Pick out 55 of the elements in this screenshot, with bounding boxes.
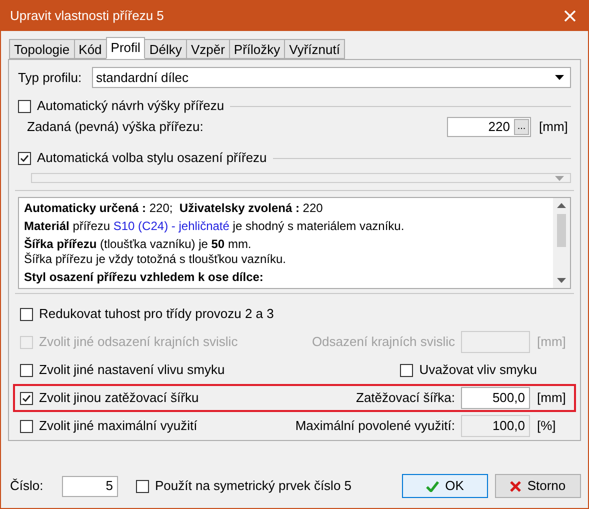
dropdown-arrow-icon — [555, 75, 564, 80]
window-title: Upravit vlastnosti přířezu 5 — [10, 7, 164, 26]
unit-label: [mm] — [537, 333, 567, 352]
checkbox[interactable] — [20, 420, 33, 432]
fixed-height-label: Zadaná (pevná) výška přířezu: — [27, 118, 204, 136]
checkbox[interactable] — [400, 364, 414, 376]
unit-label: [mm] — [539, 118, 569, 136]
info-text: Automaticky určená : 220; Uživatelsky zvolená : 220 — [24, 201, 324, 216]
dropdown-arrow-icon — [555, 176, 564, 180]
checkbox[interactable] — [20, 364, 33, 376]
profile-type-dropdown[interactable]: standardní dílec — [92, 67, 571, 88]
checkbox-label: Zvolit jinou zatěžovací šířku — [39, 389, 200, 408]
unit-label: [mm] — [537, 389, 567, 408]
field-label: Odsazení krajních svislic — [312, 333, 455, 352]
cancel-button[interactable]: Storno — [495, 474, 581, 498]
scroll-up-arrow-icon[interactable] — [557, 203, 566, 208]
tab[interactable]: Profil — [106, 37, 146, 59]
height-field[interactable]: 220 ... — [447, 117, 531, 137]
tab[interactable]: Kód — [74, 39, 107, 59]
info-text: Styl osazení přířezu vzhledem k ose dílce: — [24, 270, 264, 285]
tab[interactable]: Příložky — [228, 39, 286, 59]
checkbox-label: Použít na symetrický prvek číslo 5 — [155, 477, 352, 496]
checkbox-label: Automatická volba stylu osazení přířezu — [37, 149, 267, 168]
value-field[interactable]: 500,0 — [461, 387, 530, 409]
close-icon — [510, 480, 522, 492]
browse-button[interactable]: ... — [514, 119, 529, 135]
field-label: Zatěžovací šířka: — [356, 389, 455, 408]
tab[interactable]: Topologie — [9, 39, 75, 59]
checkbox-label: Zvolit jiné nastavení vlivu smyku — [39, 361, 226, 380]
unit-label: [%] — [537, 417, 557, 436]
tab[interactable]: Délky — [144, 39, 187, 59]
check-icon — [426, 480, 440, 492]
checkbox-label: Automatický návrh výšky přířezu — [37, 97, 224, 116]
checkbox-label: Uvažovat vliv smyku — [419, 361, 537, 380]
info-text: Materiál přířezu S10 (C24) - jehličnaté je shodný s materiálem vazníku. — [24, 219, 406, 234]
number-label: Číslo: — [10, 477, 44, 496]
checkbox[interactable] — [18, 152, 31, 164]
info-text: Šířka přířezu (tloušťka vazníku) je 50 mm. Šířka přířezu je vždy totožná s tloušťkou vazníku. — [24, 237, 287, 267]
profile-type-label: Typ profilu: — [18, 68, 83, 87]
ok-button[interactable]: OK — [402, 474, 488, 498]
scroll-down-arrow-icon[interactable] — [557, 278, 566, 283]
tab[interactable]: Vzpěr — [186, 39, 230, 59]
checkbox-label: Redukovat tuhost pro třídy provozu 2 a 3 — [39, 305, 275, 324]
scrollbar[interactable] — [553, 198, 570, 288]
checkbox-label: Zvolit jiné maximální využití — [39, 417, 198, 436]
checkbox[interactable] — [18, 100, 31, 112]
value-field[interactable]: 100,0 — [461, 415, 530, 437]
field-label: Maximální povolené využití: — [295, 417, 455, 436]
checkbox[interactable] — [136, 480, 149, 492]
checkbox-label: Zvolit jiné odsazení krajních svislic — [39, 333, 239, 352]
tab[interactable]: Vyříznutí — [284, 39, 345, 59]
checkbox[interactable] — [20, 308, 33, 320]
number-field[interactable]: 5 — [62, 476, 118, 496]
scrollbar-thumb[interactable] — [557, 214, 566, 247]
checkbox[interactable] — [20, 392, 33, 404]
